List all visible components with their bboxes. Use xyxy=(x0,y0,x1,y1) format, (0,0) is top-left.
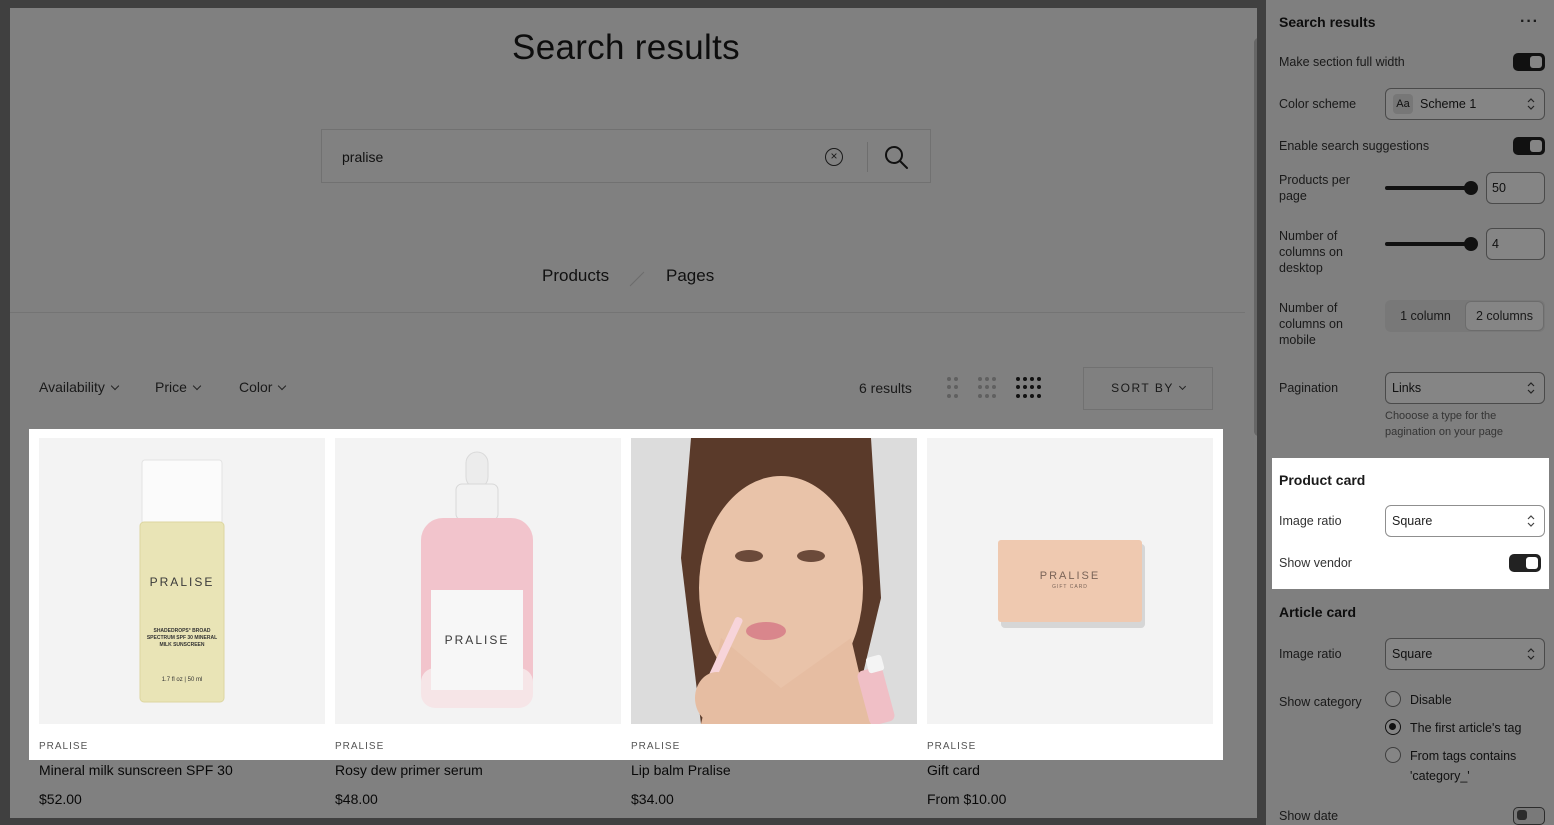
chevron-down-icon xyxy=(278,381,287,391)
product-name[interactable]: Gift card xyxy=(927,762,1213,778)
product-image-ratio-select[interactable]: Square xyxy=(1385,505,1545,537)
tab-products[interactable]: Products xyxy=(542,266,610,313)
gift-card-brand-text: PRALISE xyxy=(1039,570,1101,582)
show-vendor-toggle[interactable] xyxy=(1509,554,1541,572)
product-image: PRALISE SHADEDROPS° BROAD SPECTRUM SPF 3… xyxy=(39,438,325,724)
result-tabs: Products Pages xyxy=(10,266,1242,314)
product-name[interactable]: Mineral milk sunscreen SPF 30 xyxy=(39,762,325,778)
product-info: Gift card From $10.00 xyxy=(927,762,1213,807)
dim-overlay xyxy=(1266,589,1554,825)
select-value: Square xyxy=(1392,514,1433,528)
product-price: $52.00 xyxy=(39,791,82,807)
product-card[interactable]: PRALISE SHADEDROPS° BROAD SPECTRUM SPF 3… xyxy=(39,438,325,752)
product-card-settings: Product card Image ratio Square Show ven… xyxy=(1272,458,1549,589)
bottle-desc-text: SHADEDROPS° BROAD SPECTRUM SPF 30 MINERA… xyxy=(146,628,218,648)
tab-pages[interactable]: Pages xyxy=(666,266,714,286)
product-info: Lip balm Pralise $34.00 xyxy=(631,762,917,807)
bottle-volume-text: 1.7 fl oz | 50 ml xyxy=(161,677,203,683)
search-icon[interactable] xyxy=(882,143,910,171)
dim-overlay xyxy=(1266,0,1554,458)
setting-product-image-ratio: Image ratio Square xyxy=(1279,505,1545,537)
bottle-brand-text: PRALISE xyxy=(149,575,215,589)
product-card-title: Product card xyxy=(1279,472,1366,488)
product-price: From $10.00 xyxy=(927,791,1007,807)
filter-availability[interactable]: Availability xyxy=(39,379,120,395)
lip-balm-model-image xyxy=(631,438,917,724)
serum-bottle-image xyxy=(335,438,621,724)
tab-separator xyxy=(629,271,645,287)
filter-label: Color xyxy=(239,379,273,395)
filter-label: Availability xyxy=(39,379,105,395)
bottle-brand-text: PRALISE xyxy=(444,633,510,647)
product-vendor: PRALISE xyxy=(39,741,89,752)
sort-label: SORT BY xyxy=(1111,381,1174,395)
product-card[interactable]: PRALISE PRALISE xyxy=(335,438,621,752)
page-title: Search results xyxy=(512,28,740,67)
filter-label: Price xyxy=(155,379,187,395)
results-count: 6 results xyxy=(859,380,912,396)
dim-overlay xyxy=(1549,458,1554,589)
product-vendor: PRALISE xyxy=(335,741,385,752)
search-input[interactable]: pralise × xyxy=(321,129,931,183)
setting-label: Image ratio xyxy=(1279,514,1342,528)
sort-button[interactable]: SORT BY xyxy=(1083,367,1213,410)
product-info: Rosy dew primer serum $48.00 xyxy=(335,762,621,807)
product-name[interactable]: Lip balm Pralise xyxy=(631,762,917,778)
preview-scrollbar[interactable] xyxy=(1254,38,1257,436)
product-vendor: PRALISE xyxy=(927,741,977,752)
grid-4-icon[interactable] xyxy=(1016,377,1041,399)
tabs-divider xyxy=(10,312,1245,313)
chevron-down-icon xyxy=(192,381,202,391)
gift-card-sub-text: GIFT CARD xyxy=(1052,584,1088,590)
product-image: PRALISE xyxy=(335,438,621,724)
search-value: pralise xyxy=(342,149,384,165)
product-price: $48.00 xyxy=(335,791,378,807)
setting-label: Show vendor xyxy=(1279,556,1352,570)
product-info: Mineral milk sunscreen SPF 30 $52.00 xyxy=(39,762,325,807)
product-grid: PRALISE SHADEDROPS° BROAD SPECTRUM SPF 3… xyxy=(29,429,1223,760)
product-card-heading: Product card xyxy=(1279,472,1545,488)
product-card[interactable]: PRALISE GIFT CARD PRALISE xyxy=(927,438,1213,752)
product-card[interactable]: PRALISE xyxy=(631,438,917,752)
select-arrows-icon xyxy=(1527,515,1535,527)
product-image: PRALISE GIFT CARD xyxy=(927,438,1213,724)
grid-2-icon[interactable] xyxy=(947,377,958,399)
product-name[interactable]: Rosy dew primer serum xyxy=(335,762,621,778)
product-vendor: PRALISE xyxy=(631,741,681,752)
grid-3-icon[interactable] xyxy=(978,377,996,399)
product-image xyxy=(631,438,917,724)
search-divider xyxy=(867,142,868,172)
clear-search-icon[interactable]: × xyxy=(825,148,843,166)
product-price: $34.00 xyxy=(631,791,674,807)
setting-show-vendor: Show vendor xyxy=(1279,554,1545,574)
filter-color[interactable]: Color xyxy=(239,379,287,395)
filter-price[interactable]: Price xyxy=(155,379,202,395)
chevron-down-icon xyxy=(110,381,120,391)
chevron-down-icon xyxy=(1178,382,1186,391)
